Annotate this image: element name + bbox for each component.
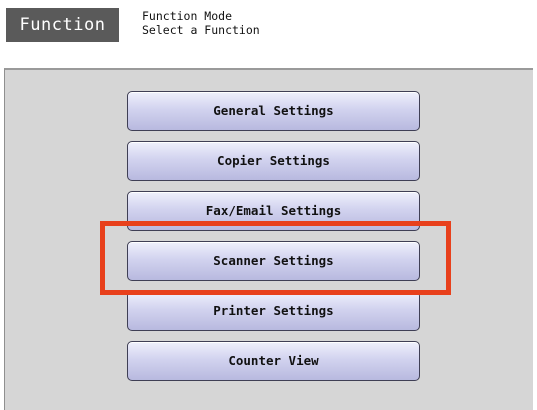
printer-settings-button[interactable]: Printer Settings <box>127 291 420 331</box>
screen-title: Function <box>6 8 119 42</box>
fax-email-settings-button[interactable]: Fax/Email Settings <box>127 191 420 231</box>
function-screen: Function Function Mode Select a Function… <box>0 0 537 410</box>
mode-instruction: Select a Function <box>142 23 260 37</box>
scanner-settings-button[interactable]: Scanner Settings <box>127 241 420 281</box>
mode-description: Function Mode Select a Function <box>142 9 260 37</box>
header-bar: Function Function Mode Select a Function <box>0 0 537 68</box>
counter-view-button[interactable]: Counter View <box>127 341 420 381</box>
general-settings-button[interactable]: General Settings <box>127 91 420 131</box>
copier-settings-button[interactable]: Copier Settings <box>127 141 420 181</box>
mode-label: Function Mode <box>142 9 233 23</box>
